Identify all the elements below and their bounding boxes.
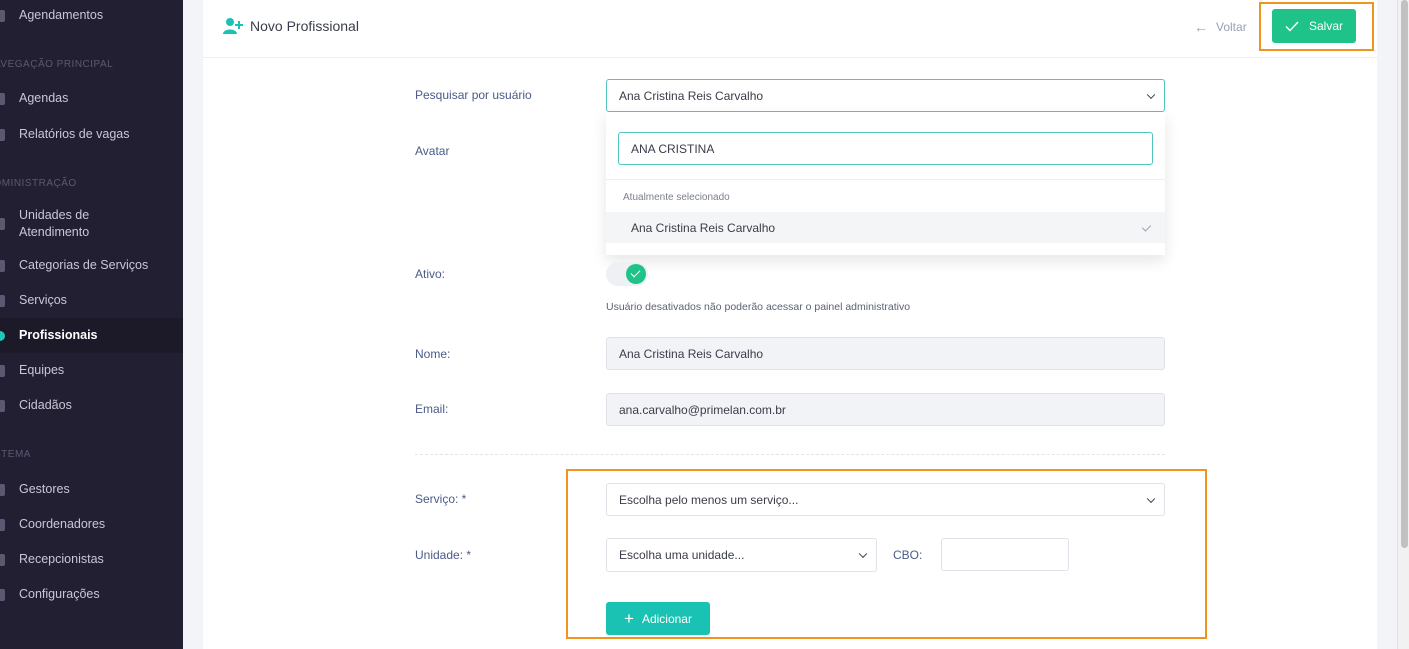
user-icon <box>0 330 5 341</box>
sidebar-item-profissionais[interactable]: Profissionais <box>0 318 183 353</box>
dropdown-group-label: Atualmente selecionado <box>623 192 730 203</box>
avatar-label: Avatar <box>415 144 450 158</box>
sidebar-item-cidadaos[interactable]: Cidadãos <box>0 397 183 414</box>
email-label: Email: <box>415 402 449 416</box>
team-icon <box>0 364 5 377</box>
service-label: Serviço: * <box>415 492 467 506</box>
name-field[interactable]: Ana Cristina Reis Carvalho <box>606 337 1165 370</box>
sidebar-item-agendamentos[interactable]: Agendamentos <box>0 7 183 24</box>
check-icon <box>626 264 646 284</box>
gear-icon <box>0 588 5 601</box>
user-dropdown: ANA CRISTINA Atualmente selecionado Ana … <box>606 112 1165 255</box>
search-user-label: Pesquisar por usuário <box>415 88 532 102</box>
active-help-text: Usuário desativados não poderão acessar … <box>606 301 911 313</box>
chevron-down-icon <box>1146 90 1156 99</box>
sidebar-item-equipes[interactable]: Equipes <box>0 362 183 379</box>
sidebar-item-unidades[interactable]: Unidades de Atendimento <box>0 207 183 241</box>
sidebar: Agendamentos AVEGAÇÃO PRINCIPAL Agendas … <box>0 0 183 649</box>
user-headset-icon <box>0 553 5 566</box>
report-icon <box>0 128 5 141</box>
active-label: Ativo: <box>415 267 446 281</box>
calendar-icon <box>0 92 5 105</box>
sidebar-item-agendas[interactable]: Agendas <box>0 90 183 107</box>
divider <box>415 454 1165 455</box>
sidebar-section-title: DMINISTRAÇÃO <box>0 178 77 189</box>
form-card: Novo Profissional ← Voltar Salvar Pesqui… <box>203 0 1377 649</box>
calendar-icon <box>0 9 5 22</box>
sidebar-item-categorias[interactable]: Categorias de Serviços <box>0 257 183 274</box>
message-icon <box>0 294 5 307</box>
user-gear-icon <box>0 483 5 496</box>
back-link[interactable]: ← Voltar <box>1194 19 1247 35</box>
sidebar-section-title: AVEGAÇÃO PRINCIPAL <box>0 59 114 70</box>
user-select[interactable]: Ana Cristina Reis Carvalho <box>606 79 1165 112</box>
sidebar-item-relatorios[interactable]: Relatórios de vagas <box>0 126 183 143</box>
sitemap-icon <box>0 259 5 272</box>
sidebar-item-servicos[interactable]: Serviços <box>0 292 183 309</box>
scrollbar-thumb[interactable] <box>1401 0 1408 548</box>
user-plus-icon <box>223 18 243 34</box>
sidebar-item-recepcionistas[interactable]: Recepcionistas <box>0 551 183 568</box>
dropdown-search-input[interactable]: ANA CRISTINA <box>618 132 1153 165</box>
page-title: Novo Profissional <box>250 18 359 34</box>
building-icon <box>0 218 5 230</box>
sidebar-section-title: STEMA <box>0 449 31 460</box>
sidebar-item-coordenadores[interactable]: Coordenadores <box>0 516 183 533</box>
arrow-left-icon: ← <box>1194 19 1208 35</box>
sidebar-item-gestores[interactable]: Gestores <box>0 481 183 498</box>
divider <box>606 179 1165 180</box>
user-tie-icon <box>0 518 5 531</box>
save-highlight-box <box>1259 2 1374 51</box>
unit-label: Unidade: * <box>415 548 472 562</box>
sidebar-item-configuracoes[interactable]: Configurações <box>0 586 183 603</box>
users-icon <box>0 399 5 412</box>
card-header: Novo Profissional ← Voltar Salvar <box>203 0 1377 58</box>
dropdown-option[interactable]: Ana Cristina Reis Carvalho <box>606 212 1165 243</box>
service-unit-highlight-box <box>566 469 1207 639</box>
check-icon <box>1141 222 1152 232</box>
scrollbar[interactable] <box>1397 0 1409 649</box>
active-toggle[interactable] <box>606 262 648 286</box>
email-field[interactable]: ana.carvalho@primelan.com.br <box>606 393 1165 426</box>
name-label: Nome: <box>415 347 451 361</box>
